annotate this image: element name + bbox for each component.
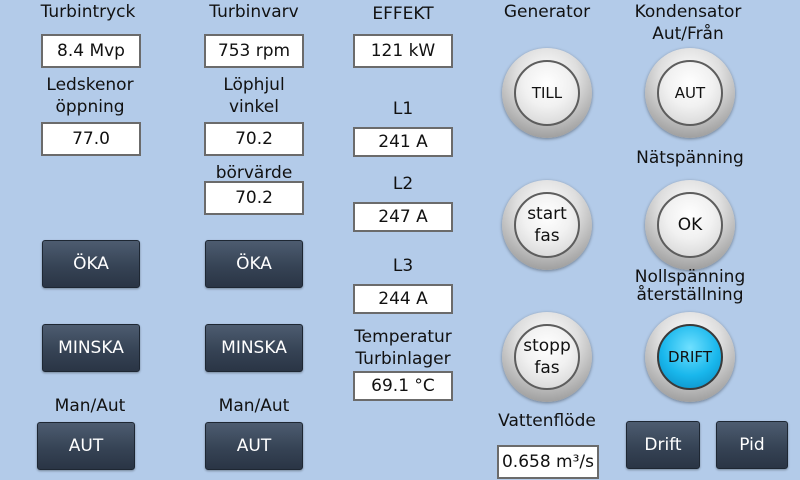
guide-vane-mode-label: Man/Aut bbox=[54, 396, 126, 416]
l1-label: L1 bbox=[392, 99, 414, 119]
runner-angle-label: Löphjul vinkel bbox=[184, 74, 324, 118]
condenser-label-line2: Aut/Från bbox=[652, 24, 724, 44]
drift-button[interactable]: Drift bbox=[626, 421, 700, 469]
guide-vane-mode-button[interactable]: AUT bbox=[37, 422, 135, 470]
turbine-pressure-value: 8.4 Mvp bbox=[41, 34, 141, 68]
l3-label: L3 bbox=[392, 256, 414, 276]
zero-voltage-reset-label: DRIFT bbox=[657, 324, 723, 390]
guide-vane-decrease-button[interactable]: MINSKA bbox=[42, 324, 140, 372]
l3-value: 244 A bbox=[353, 284, 453, 314]
stop-phase-button[interactable]: stopp fas bbox=[502, 312, 592, 402]
generator-toggle-button[interactable]: TILL bbox=[502, 48, 592, 138]
condenser-toggle-label: AUT bbox=[657, 60, 723, 126]
guide-vane-label-line2: öppning bbox=[55, 97, 125, 117]
condenser-label-line1: Kondensator bbox=[634, 2, 742, 22]
start-phase-button[interactable]: start fas bbox=[502, 180, 592, 270]
zero-voltage-reset-button[interactable]: DRIFT bbox=[645, 312, 735, 402]
runner-increase-button[interactable]: ÖKA bbox=[205, 240, 303, 288]
power-label: EFFEKT bbox=[372, 4, 434, 24]
pid-button[interactable]: Pid bbox=[716, 421, 788, 469]
grid-voltage-status: OK bbox=[657, 192, 723, 258]
zero-voltage-label-line1: Nollspänning bbox=[634, 267, 746, 287]
stop-phase-label-line2: fas bbox=[534, 358, 560, 378]
start-phase-label-line1: start bbox=[527, 204, 567, 224]
generator-label: Generator bbox=[503, 2, 591, 22]
runner-angle-value: 70.2 bbox=[204, 122, 304, 156]
condenser-label: Kondensator Aut/Från bbox=[618, 1, 758, 45]
bearing-temp-label-line1: Temperatur bbox=[354, 327, 452, 347]
guide-vane-label-line1: Ledskenor bbox=[46, 75, 134, 95]
l2-label: L2 bbox=[392, 174, 414, 194]
runner-decrease-button[interactable]: MINSKA bbox=[205, 324, 303, 372]
l2-value: 247 A bbox=[353, 202, 453, 232]
turbine-speed-label: Turbinvarv bbox=[209, 2, 299, 22]
bearing-temp-label: Temperatur Turbinlager bbox=[333, 326, 473, 370]
condenser-toggle-button[interactable]: AUT bbox=[645, 48, 735, 138]
stop-phase-label-line1: stopp bbox=[523, 336, 571, 356]
start-phase-label-line2: fas bbox=[534, 226, 560, 246]
water-flow-value: 0.658 m³/s bbox=[497, 445, 599, 479]
runner-angle-label-line1: Löphjul bbox=[223, 75, 285, 95]
bearing-temp-value: 69.1 °C bbox=[353, 371, 453, 401]
generator-toggle-label: TILL bbox=[514, 60, 580, 126]
runner-mode-label: Man/Aut bbox=[218, 396, 290, 416]
power-value: 121 kW bbox=[353, 34, 453, 68]
setpoint-value[interactable]: 70.2 bbox=[204, 181, 304, 215]
l1-value: 241 A bbox=[353, 127, 453, 157]
zero-voltage-label-line2: återställning bbox=[636, 285, 744, 305]
grid-voltage-label: Nätspänning bbox=[636, 148, 744, 168]
runner-mode-button[interactable]: AUT bbox=[205, 422, 303, 470]
guide-vane-value: 77.0 bbox=[41, 122, 141, 156]
bearing-temp-label-line2: Turbinlager bbox=[355, 349, 451, 369]
runner-angle-label-line2: vinkel bbox=[229, 97, 279, 117]
turbine-pressure-label: Turbintryck bbox=[40, 2, 136, 22]
stop-phase-label: stopp fas bbox=[514, 324, 580, 390]
guide-vane-label: Ledskenor öppning bbox=[20, 74, 160, 118]
guide-vane-increase-button[interactable]: ÖKA bbox=[42, 240, 140, 288]
turbine-speed-value: 753 rpm bbox=[204, 34, 304, 68]
grid-voltage-indicator[interactable]: OK bbox=[645, 180, 735, 270]
start-phase-label: start fas bbox=[514, 192, 580, 258]
zero-voltage-label: Nollspänning återställning bbox=[610, 268, 770, 304]
water-flow-label: Vattenflöde bbox=[498, 411, 596, 431]
